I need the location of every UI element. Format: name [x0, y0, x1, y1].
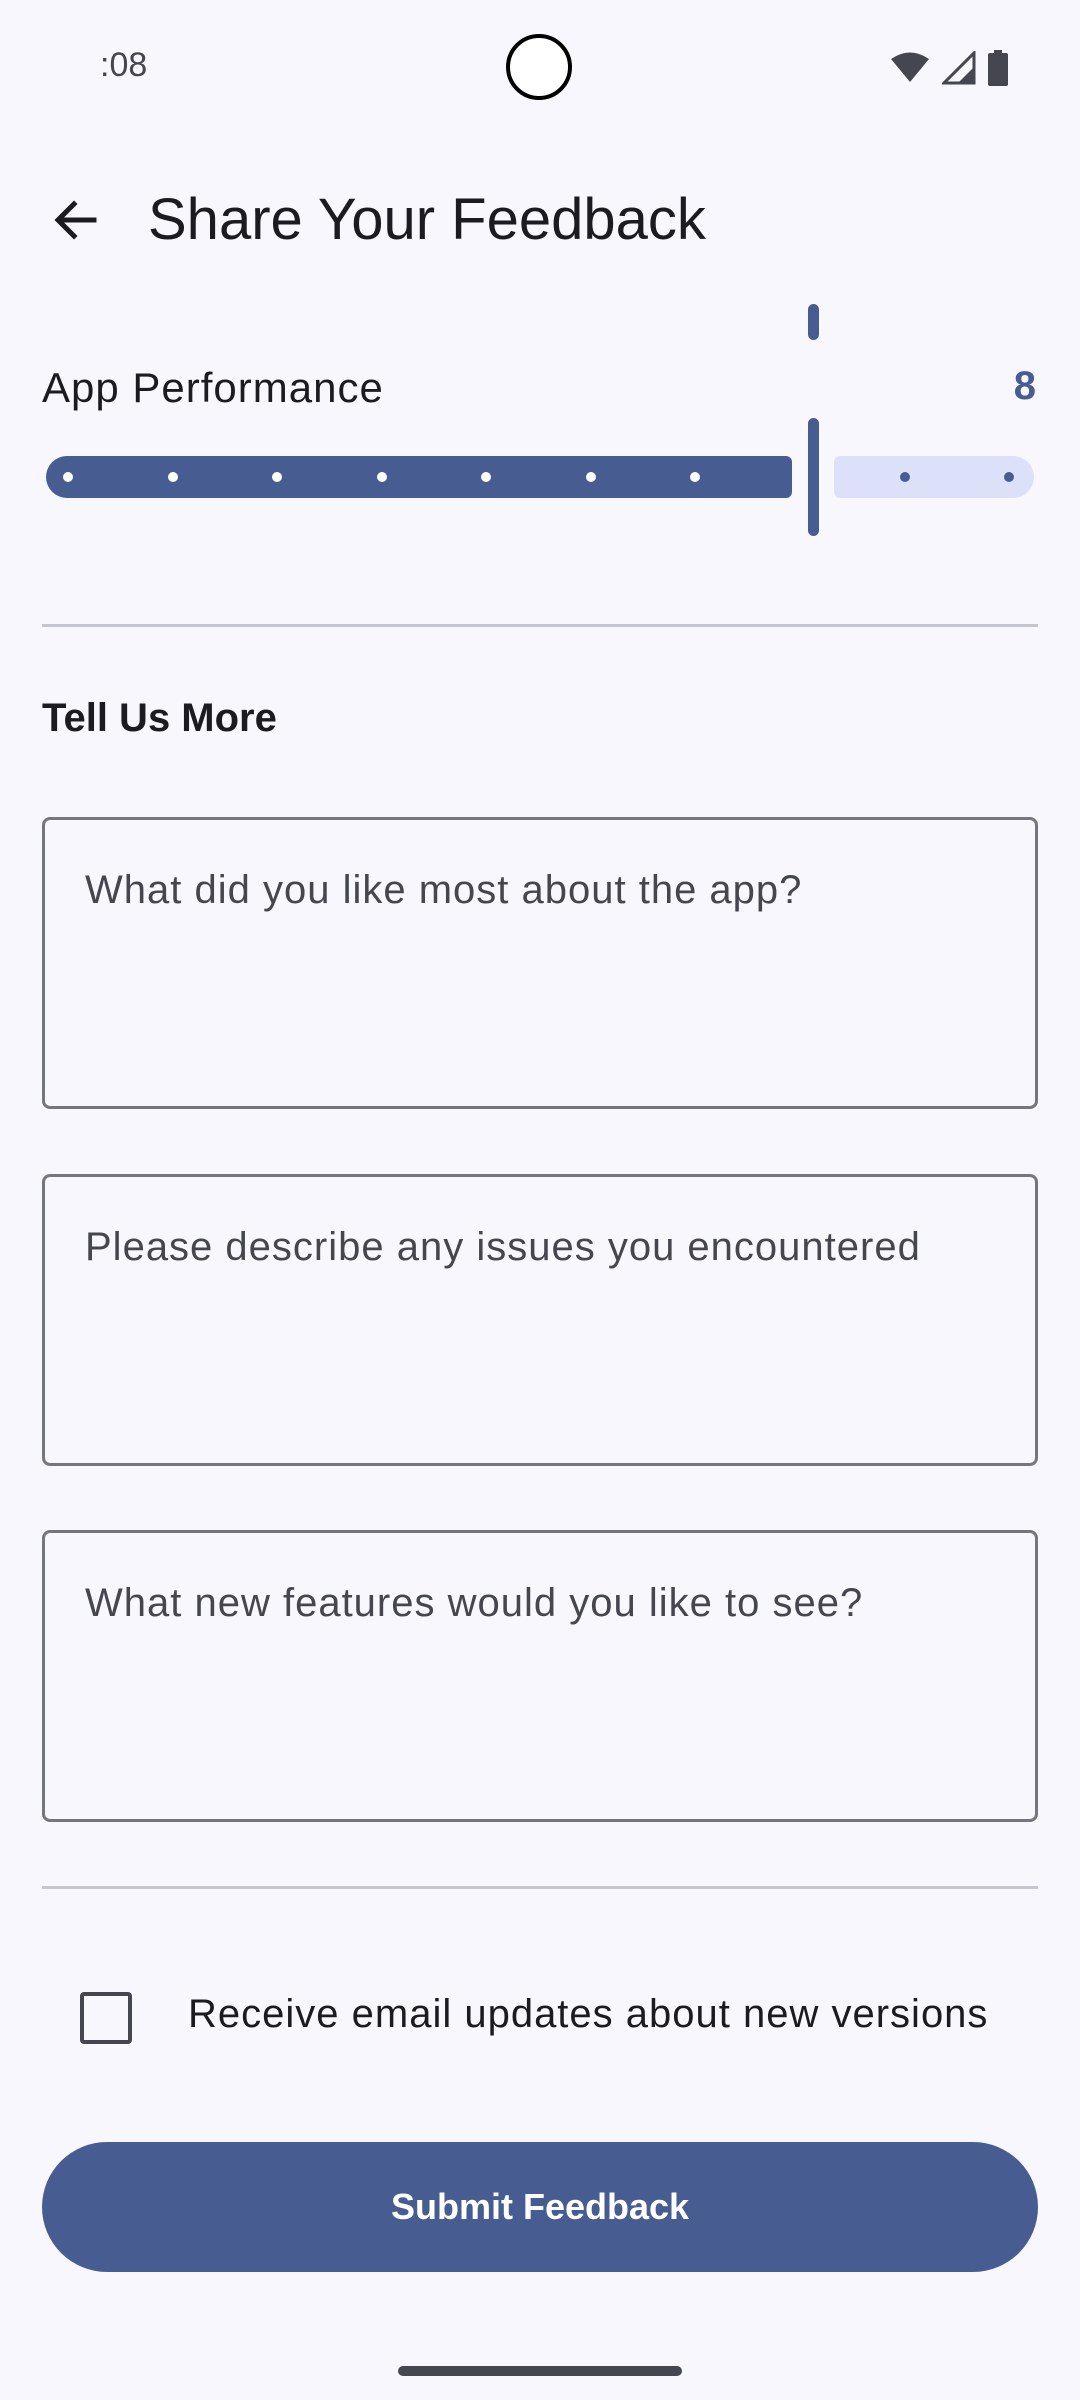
status-time: :08	[100, 46, 148, 84]
wifi-icon	[891, 52, 929, 82]
email-updates-checkbox[interactable]	[80, 1992, 132, 2044]
app-performance-slider[interactable]	[42, 410, 1038, 546]
issues-field[interactable]: Please describe any issues you encounter…	[42, 1174, 1038, 1466]
camera-cutout	[506, 34, 572, 100]
cellular-signal-icon	[942, 51, 976, 85]
divider	[42, 624, 1038, 627]
app-performance-label: App Performance	[42, 364, 384, 411]
tell-us-more-heading: Tell Us More	[42, 696, 277, 740]
submit-feedback-label: Submit Feedback	[390, 2186, 690, 2227]
slider-tick	[377, 472, 387, 482]
divider	[42, 1886, 1038, 1889]
slider-tick	[272, 472, 282, 482]
liked-most-placeholder: What did you like most about the app?	[85, 868, 803, 912]
submit-feedback-button[interactable]: Submit Feedback	[42, 2142, 1038, 2272]
new-features-placeholder: What new features would you like to see?	[85, 1581, 864, 1625]
slider-tick	[690, 472, 700, 482]
slider-tick	[481, 472, 491, 482]
slider-tick	[63, 472, 73, 482]
email-updates-row[interactable]: Receive email updates about new versions	[42, 1964, 1038, 2072]
status-icons	[890, 50, 1008, 86]
status-bar: :08	[0, 0, 1080, 136]
battery-icon	[988, 50, 1008, 86]
email-updates-label: Receive email updates about new versions	[188, 1992, 989, 2036]
app-performance-value: 8	[1013, 364, 1036, 408]
slider-tick	[168, 472, 178, 482]
scroll-edge-marker	[808, 304, 819, 340]
issues-placeholder: Please describe any issues you encounter…	[85, 1225, 921, 1269]
top-app-bar: Share Your Feedback	[0, 160, 1080, 280]
arrow-back-icon	[54, 200, 97, 240]
slider-tick	[900, 472, 910, 482]
slider-handle[interactable]	[808, 418, 819, 536]
page-title: Share Your Feedback	[148, 187, 706, 252]
slider-tick	[586, 472, 596, 482]
slider-tick	[1004, 472, 1014, 482]
home-indicator[interactable]	[398, 2366, 682, 2376]
back-button[interactable]	[28, 172, 124, 268]
new-features-field[interactable]: What new features would you like to see?	[42, 1530, 1038, 1822]
slider-active-track	[46, 456, 792, 498]
liked-most-field[interactable]: What did you like most about the app?	[42, 817, 1038, 1109]
